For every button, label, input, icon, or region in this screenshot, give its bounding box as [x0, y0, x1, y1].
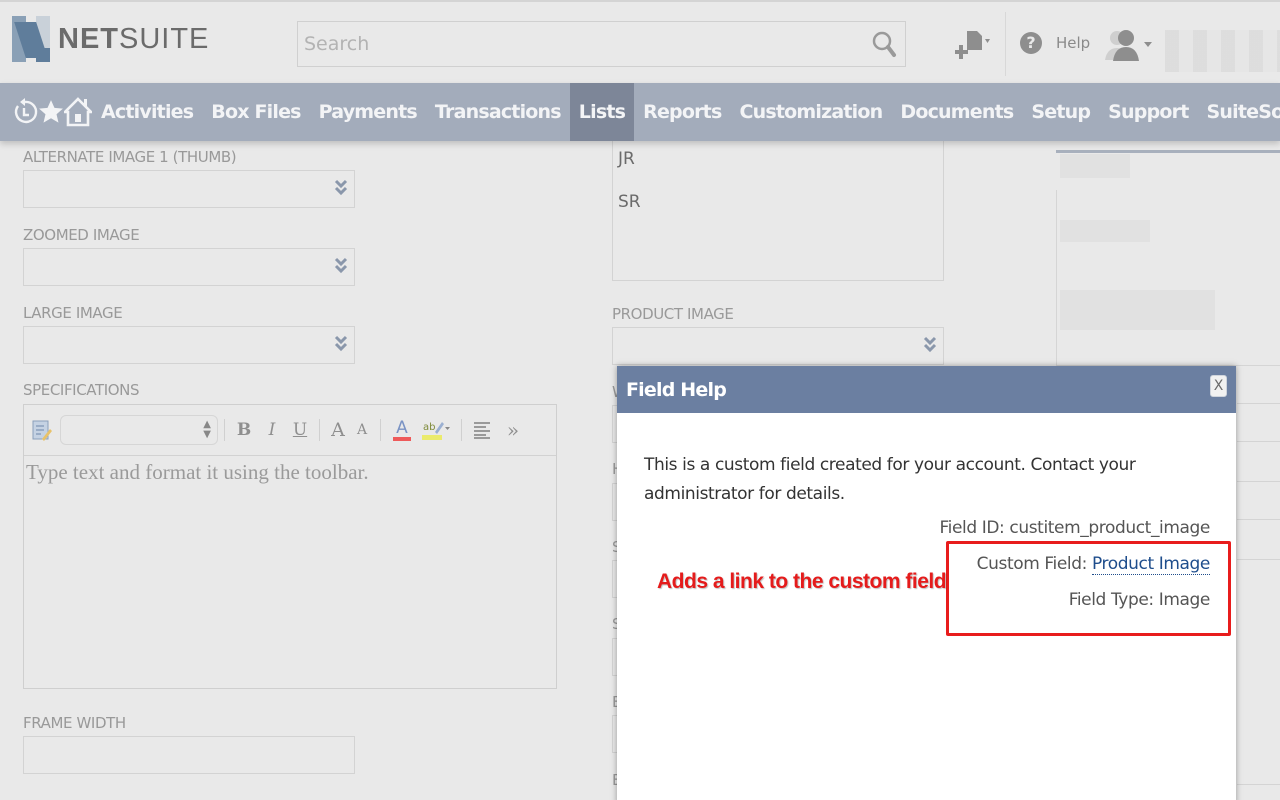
main-nav: Activities Box Files Payments Transactio… — [0, 83, 1280, 141]
multiselect-option[interactable]: SR — [618, 192, 641, 212]
divider — [1237, 519, 1280, 520]
nav-reports[interactable]: Reports — [634, 83, 730, 141]
specifications-editor: ▲ ▼ B I U A A A ab » Type text and format… — [23, 404, 557, 689]
font-color-button[interactable]: A — [387, 415, 417, 445]
header-divider — [1005, 12, 1006, 76]
favorites-star-icon[interactable] — [38, 83, 64, 141]
close-button[interactable]: X — [1210, 375, 1227, 397]
product-image-label: PRODUCT IMAGE — [612, 305, 734, 323]
increase-font-button[interactable]: A — [326, 415, 350, 445]
logo-text: NETSUITE — [58, 22, 210, 55]
font-color-swatch — [393, 437, 411, 441]
large-image-label: LARGE IMAGE — [23, 304, 123, 322]
new-record-icon[interactable] — [955, 29, 995, 61]
nav-suitesocial[interactable]: SuiteSocial — [1198, 83, 1280, 141]
redacted-block — [1060, 154, 1130, 178]
large-image-select[interactable] — [23, 326, 355, 364]
specifications-label: SPECIFICATIONS — [23, 381, 140, 399]
product-image-select[interactable] — [612, 327, 944, 365]
select-arrows-icon: ▲ ▼ — [203, 419, 211, 440]
field-id-row: Field ID: custitem_product_image — [939, 518, 1211, 538]
svg-text:ab: ab — [423, 422, 435, 433]
toolbar-separator — [224, 419, 225, 441]
panel-box — [1056, 190, 1280, 366]
decrease-font-button[interactable]: A — [350, 415, 374, 445]
frame-width-input[interactable] — [23, 736, 355, 774]
frame-width-label: FRAME WIDTH — [23, 714, 126, 732]
divider — [1237, 784, 1280, 785]
nav-payments[interactable]: Payments — [310, 83, 426, 141]
multiselect-list[interactable]: JR SR — [612, 141, 944, 281]
search-input[interactable] — [298, 22, 858, 66]
netsuite-logo-icon — [12, 16, 50, 62]
specifications-textarea[interactable]: Type text and format it using the toolba… — [24, 456, 556, 489]
highlight-color-button[interactable]: ab — [417, 415, 455, 445]
redacted-panel — [1040, 150, 1280, 366]
editor-toolbar: ▲ ▼ B I U A A A ab » — [24, 405, 556, 456]
nav-setup[interactable]: Setup — [1022, 83, 1099, 141]
highlight-icon: ab — [422, 422, 450, 440]
multiselect-option[interactable]: JR — [618, 149, 635, 169]
nav-activities[interactable]: Activities — [92, 83, 202, 141]
double-chevron-down-icon — [334, 257, 348, 274]
toolbar-separator — [319, 419, 320, 441]
nav-transactions[interactable]: Transactions — [426, 83, 570, 141]
align-left-icon[interactable] — [468, 420, 498, 440]
double-chevron-down-icon — [334, 179, 348, 196]
dialog-header: Field Help — [617, 366, 1236, 413]
divider — [1237, 481, 1280, 482]
paragraph-format-icon[interactable] — [32, 419, 52, 441]
font-style-select[interactable]: ▲ ▼ — [60, 415, 218, 445]
annotation-highlight-box — [946, 541, 1231, 636]
toolbar-separator — [461, 419, 462, 441]
zoomed-image-select[interactable] — [23, 248, 355, 286]
field-id-value: custitem_product_image — [1009, 518, 1210, 538]
dialog-message: This is a custom field created for your … — [644, 455, 1136, 504]
user-roles-icon[interactable] — [1105, 28, 1155, 62]
font-color-icon: A — [396, 418, 408, 438]
double-chevron-down-icon — [334, 335, 348, 352]
nav-lists[interactable]: Lists — [569, 83, 635, 141]
nav-customization[interactable]: Customization — [730, 83, 891, 141]
help-icon: ? — [1020, 32, 1042, 54]
more-tools-button[interactable]: » — [498, 415, 528, 445]
panel-header-bar — [1056, 150, 1280, 153]
global-search — [297, 21, 906, 67]
double-chevron-down-icon — [923, 336, 937, 353]
field-id-label: Field ID: — [939, 518, 1005, 538]
netsuite-logo[interactable]: NETSUITE — [12, 16, 209, 62]
alternate-image-label: ALTERNATE IMAGE 1 (THUMB) — [23, 148, 237, 166]
nav-support[interactable]: Support — [1099, 83, 1197, 141]
recent-records-icon[interactable] — [12, 83, 38, 141]
help-button[interactable]: ? Help — [1020, 32, 1090, 54]
nav-box-files[interactable]: Box Files — [202, 83, 309, 141]
italic-button[interactable]: I — [257, 415, 287, 445]
annotation-text: Adds a link to the custom field — [657, 570, 947, 593]
underline-button[interactable]: U — [287, 415, 313, 445]
zoomed-image-label: ZOOMED IMAGE — [23, 226, 140, 244]
account-name-redacted — [1165, 30, 1280, 72]
dialog-title: Field Help — [626, 378, 727, 401]
nav-documents[interactable]: Documents — [891, 83, 1022, 141]
divider — [1237, 441, 1280, 442]
home-icon[interactable] — [64, 83, 92, 141]
divider — [1237, 403, 1280, 404]
header: NETSUITE ? Help — [0, 0, 1280, 83]
alternate-image-select[interactable] — [23, 170, 355, 208]
toolbar-separator — [380, 419, 381, 441]
search-icon[interactable] — [871, 30, 897, 58]
bold-button[interactable]: B — [231, 415, 257, 445]
divider — [1237, 559, 1280, 560]
help-label: Help — [1056, 34, 1091, 52]
